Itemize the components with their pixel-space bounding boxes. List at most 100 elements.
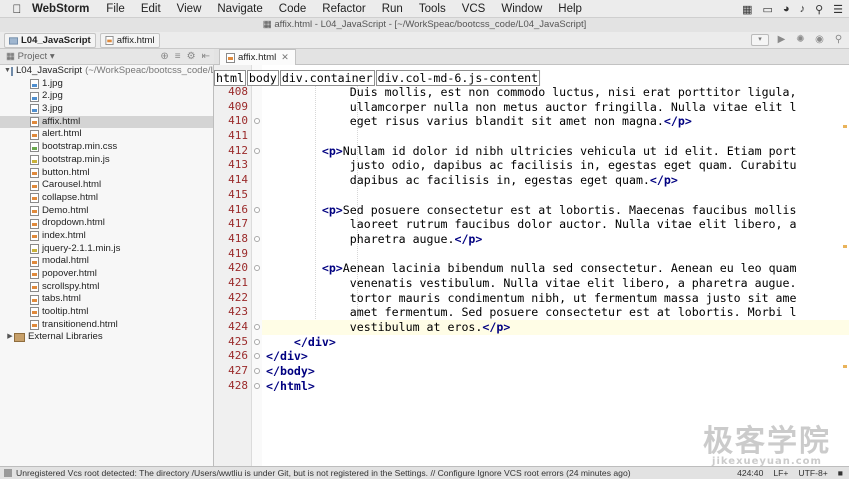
- tree-file-item[interactable]: collapse.html: [0, 192, 213, 205]
- tree-external-libraries[interactable]: ▶ External Libraries: [0, 331, 213, 344]
- wifi-icon[interactable]: ◕: [783, 3, 790, 15]
- menu-refactor[interactable]: Refactor: [322, 3, 365, 15]
- code-line[interactable]: 408 Duis mollis, est non commodo luctus,…: [228, 85, 849, 100]
- run-icon[interactable]: ▶: [775, 33, 788, 46]
- tree-file-item[interactable]: tabs.html: [0, 293, 213, 306]
- tree-file-item[interactable]: transitionend.html: [0, 319, 213, 332]
- project-panel-title[interactable]: Project: [18, 51, 48, 62]
- spotlight-icon[interactable]: ⚲: [815, 3, 823, 16]
- code-line[interactable]: 423 amet fermentum. Sed posuere consecte…: [228, 305, 849, 320]
- code-line[interactable]: 409 ullamcorper nulla non metus auctor f…: [228, 100, 849, 115]
- tree-file-item[interactable]: dropdown.html: [0, 217, 213, 230]
- menu-file[interactable]: File: [106, 3, 125, 15]
- menu-help[interactable]: Help: [558, 3, 582, 15]
- code-editor[interactable]: 408 Duis mollis, est non commodo luctus,…: [214, 65, 849, 466]
- xml-crumb-content[interactable]: div.col-md-6.js-content: [375, 70, 541, 86]
- tree-file-item[interactable]: bootstrap.min.js: [0, 154, 213, 167]
- fold-marker-icon[interactable]: [254, 382, 260, 389]
- tree-file-item[interactable]: popover.html: [0, 268, 213, 281]
- display-icon[interactable]: ▭: [763, 3, 773, 16]
- tree-file-item[interactable]: 1.jpg: [0, 78, 213, 91]
- code-line[interactable]: 415: [228, 188, 849, 203]
- file-encoding[interactable]: UTF-8+: [798, 467, 827, 479]
- line-separator[interactable]: LF+: [773, 467, 788, 479]
- tab-affix-html[interactable]: affix.html ✕: [219, 49, 296, 65]
- menu-view[interactable]: View: [177, 3, 202, 15]
- code-line[interactable]: 428 </html>: [228, 379, 849, 394]
- menu-run[interactable]: Run: [382, 3, 403, 15]
- expand-arrow-icon[interactable]: ▼: [4, 65, 11, 78]
- search-everywhere-icon[interactable]: ⚲: [832, 33, 845, 46]
- scrollbar-marker[interactable]: [843, 125, 847, 128]
- code-line[interactable]: 417 laoreet rutrum faucibus dolor auctor…: [228, 217, 849, 232]
- run-configuration-dropdown[interactable]: ▾: [751, 33, 769, 46]
- gear-icon[interactable]: ⚙: [187, 51, 196, 62]
- sync-icon[interactable]: ⊕: [160, 51, 168, 62]
- menu-tools[interactable]: Tools: [419, 3, 446, 15]
- code-line[interactable]: 427 </body>: [228, 364, 849, 379]
- menu-window[interactable]: Window: [501, 3, 542, 15]
- status-message[interactable]: Unregistered Vcs root detected: The dire…: [16, 468, 631, 478]
- expand-arrow-icon[interactable]: ▶: [6, 331, 14, 344]
- tree-file-item[interactable]: affix.html: [0, 115, 213, 129]
- tree-file-item[interactable]: button.html: [0, 167, 213, 180]
- hide-panel-icon[interactable]: ⇤: [202, 51, 210, 62]
- cursor-position[interactable]: 424:40: [737, 467, 763, 479]
- notification-icon[interactable]: ☰: [833, 3, 843, 16]
- tree-file-item[interactable]: modal.html: [0, 255, 213, 268]
- debug-icon[interactable]: ✺: [794, 33, 807, 46]
- code-line[interactable]: 422 tortor mauris condimentum nibh, ut f…: [228, 291, 849, 306]
- code-line[interactable]: 425 </div>: [228, 335, 849, 350]
- apple-icon[interactable]: : [6, 2, 28, 16]
- tree-file-item[interactable]: 3.jpg: [0, 103, 213, 116]
- tree-file-item[interactable]: Demo.html: [0, 205, 213, 218]
- code-line[interactable]: 414 dapibus ac facilisis in, egestas ege…: [228, 173, 849, 188]
- lock-icon[interactable]: ■: [838, 467, 843, 479]
- app-menu[interactable]: WebStorm: [32, 3, 89, 15]
- coverage-icon[interactable]: ◉: [813, 33, 826, 46]
- tree-file-item[interactable]: 2.jpg: [0, 90, 213, 103]
- code-line[interactable]: 416 <p>Sed posuere consectetur est at lo…: [228, 203, 849, 218]
- code-line[interactable]: 424 vestibulum at eros.</p>: [228, 320, 849, 335]
- nav-crumb-project[interactable]: L04_JavaScript: [4, 32, 96, 48]
- menu-code[interactable]: Code: [279, 3, 307, 15]
- tree-file-item[interactable]: alert.html: [0, 128, 213, 141]
- fold-marker-icon[interactable]: [254, 338, 260, 345]
- scrollbar-marker[interactable]: [843, 365, 847, 368]
- tree-file-item[interactable]: tooltip.html: [0, 306, 213, 319]
- code-line[interactable]: 412 <p>Nullam id dolor id nibh ultricies…: [228, 144, 849, 159]
- fold-marker-icon[interactable]: [254, 324, 260, 330]
- menu-edit[interactable]: Edit: [141, 3, 161, 15]
- code-line[interactable]: 420 <p>Aenean lacinia bibendum nulla sed…: [228, 261, 849, 276]
- warning-icon[interactable]: [4, 469, 12, 477]
- menu-vcs[interactable]: VCS: [462, 3, 486, 15]
- tree-file-item[interactable]: bootstrap.min.css: [0, 141, 213, 154]
- fold-marker-icon[interactable]: [254, 147, 260, 154]
- code-line[interactable]: 411: [228, 129, 849, 144]
- fold-marker-icon[interactable]: [254, 235, 260, 242]
- code-line[interactable]: 413 justo odio, dapibus ac facilisis in,…: [228, 158, 849, 173]
- collapse-all-icon[interactable]: ≡: [175, 51, 181, 62]
- xml-crumb-body[interactable]: body: [246, 70, 279, 86]
- close-icon[interactable]: ✕: [281, 52, 289, 63]
- fold-marker-icon[interactable]: [254, 206, 260, 213]
- nav-crumb-file[interactable]: affix.html: [99, 32, 160, 48]
- menu-navigate[interactable]: Navigate: [217, 3, 262, 15]
- speaker-icon[interactable]: ♪: [800, 3, 806, 15]
- tree-file-item[interactable]: jquery-2.1.1.min.js: [0, 243, 213, 256]
- code-line[interactable]: 418 pharetra augue.</p>: [228, 232, 849, 247]
- project-view-icon[interactable]: ▦: [6, 51, 18, 62]
- xml-crumb-html[interactable]: html: [214, 70, 246, 86]
- chevron-down-icon[interactable]: ▾: [47, 51, 55, 62]
- grid-icon[interactable]: ▦: [742, 3, 752, 16]
- code-line[interactable]: 426 </div>: [228, 349, 849, 364]
- code-line[interactable]: 410 eget risus varius blandit sit amet n…: [228, 114, 849, 129]
- scrollbar-marker[interactable]: [843, 245, 847, 248]
- code-line[interactable]: 419: [228, 247, 849, 262]
- tree-root[interactable]: ▼ L04_JavaScript (~/WorkSpeac/bootcss_co…: [0, 65, 213, 78]
- tree-file-item[interactable]: index.html: [0, 230, 213, 243]
- tree-file-item[interactable]: scrollspy.html: [0, 281, 213, 294]
- code-line[interactable]: 421 venenatis vestibulum. Nulla vitae el…: [228, 276, 849, 291]
- xml-crumb-container[interactable]: div.container: [279, 70, 375, 86]
- tree-file-item[interactable]: Carousel.html: [0, 179, 213, 192]
